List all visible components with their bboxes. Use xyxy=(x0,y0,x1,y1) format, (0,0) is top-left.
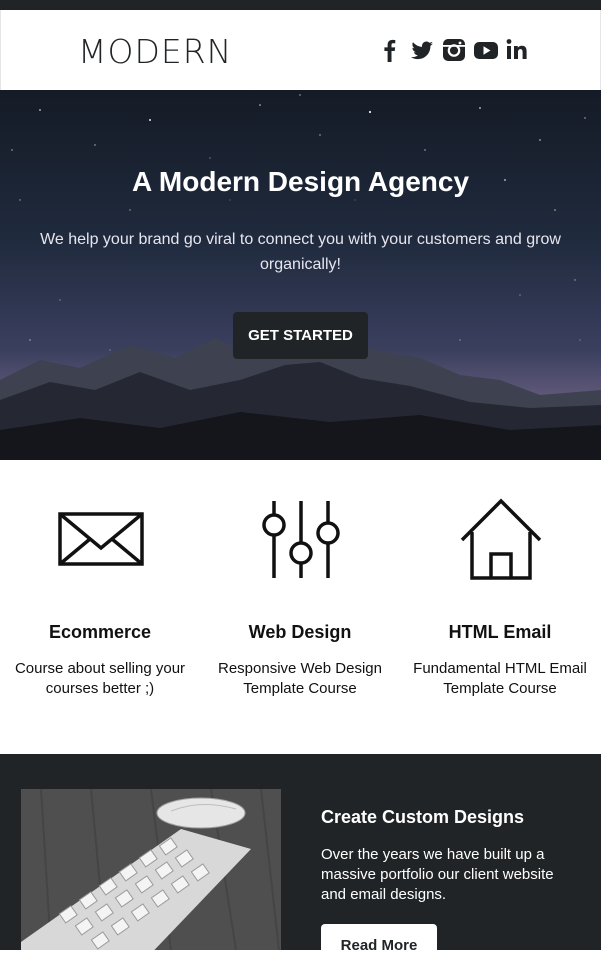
promo-section: Create Custom Designs Over the years we … xyxy=(0,754,601,964)
feature-title: HTML Email xyxy=(448,622,552,642)
top-bar xyxy=(0,0,601,10)
hero-banner: A Modern Design Agency We help your bran… xyxy=(0,90,601,460)
features-section: Ecommerce Course about selling your cour… xyxy=(0,460,601,754)
feature-text: Course about selling your courses better… xyxy=(14,660,186,697)
get-started-button[interactable]: GET STARTED xyxy=(233,312,368,359)
logo[interactable]: MODERN xyxy=(78,32,232,71)
feature-title: Web Design xyxy=(248,622,352,642)
twitter-icon[interactable] xyxy=(409,36,435,64)
facebook-icon[interactable] xyxy=(377,36,403,64)
promo-text: Over the years we have built up a massiv… xyxy=(321,846,554,903)
house-icon xyxy=(450,496,550,586)
hero-title: A Modern Design Agency xyxy=(131,166,470,197)
hero-text: We help your brand go viral to connect y… xyxy=(40,231,561,273)
sliders-icon xyxy=(250,496,350,586)
social-links xyxy=(377,36,531,64)
feature-title: Ecommerce xyxy=(48,622,152,642)
instagram-icon[interactable] xyxy=(441,36,467,64)
read-more-button[interactable]: Read More xyxy=(321,924,437,964)
feature-text: Responsive Web Design Template Course xyxy=(218,660,382,697)
promo-title: Create Custom Designs xyxy=(321,807,525,827)
envelope-icon xyxy=(50,496,150,586)
linkedin-icon[interactable] xyxy=(505,36,531,64)
feature-text: Fundamental HTML Email Template Course xyxy=(413,660,587,697)
email-header: MODERN xyxy=(0,10,601,90)
keyboard-mouse-image xyxy=(21,789,281,950)
youtube-icon[interactable] xyxy=(473,36,499,64)
